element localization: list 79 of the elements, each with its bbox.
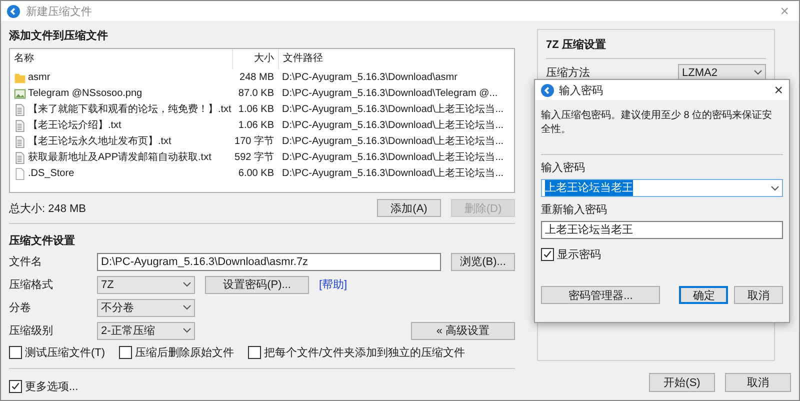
dialog-button[interactable]: 密码管理器... xyxy=(541,286,660,304)
app-icon xyxy=(7,4,20,18)
section-heading: 7Z 压缩设置 xyxy=(546,38,607,53)
help-link[interactable]: [帮助] xyxy=(319,277,348,292)
field-label: 压缩格式 xyxy=(9,278,54,292)
checkbox-label[interactable]: 测试压缩文件(T) xyxy=(25,344,106,360)
file-name[interactable]: Telegram @NSsosoo.png xyxy=(28,87,142,101)
field-label: 压缩方法 xyxy=(546,66,591,80)
file-path: D:\PC-Ayugram_5.16.3\Download\上老王论坛当... xyxy=(281,151,505,165)
file-size: 170 字节 xyxy=(234,135,275,149)
advanced-settings-button[interactable]: « 高级设置 xyxy=(411,322,515,340)
checkbox-label[interactable]: 压缩后删除原始文件 xyxy=(135,344,234,360)
field-label: 输入密码 xyxy=(541,161,586,176)
checkbox-label[interactable]: 把每个文件/文件夹添加到独立的压缩文件 xyxy=(264,344,466,360)
text-file-icon xyxy=(14,136,26,148)
format-dropdown[interactable]: 7Z xyxy=(97,276,195,294)
dialog-button[interactable]: 确定 xyxy=(679,286,728,304)
file-name[interactable]: asmr xyxy=(28,71,50,85)
file-path: D:\PC-Ayugram_5.16.3\Download\上老王论坛当... xyxy=(281,103,505,117)
checkbox[interactable] xyxy=(248,346,262,358)
action-button[interactable]: 取消 xyxy=(725,373,791,392)
file-path: D:\PC-Ayugram_5.16.3\Download\上老王论坛当... xyxy=(281,167,505,181)
set-password-button[interactable]: 设置密码(P)... xyxy=(205,276,309,294)
file-name[interactable]: 【来了就能下载和观看的论坛，纯免费！】.txt xyxy=(28,103,232,117)
chevron-icon xyxy=(183,305,191,310)
app-icon xyxy=(541,84,554,96)
field-label: 分卷 xyxy=(9,301,32,315)
file-name[interactable]: 获取最新地址及APP请发邮箱自动获取.txt xyxy=(28,151,212,165)
file-size: 1.06 KB xyxy=(237,119,275,133)
checkbox-label[interactable]: 显示密码 xyxy=(557,247,601,262)
checkbox[interactable] xyxy=(541,248,554,261)
text-file-icon xyxy=(14,104,26,116)
level-dropdown[interactable]: 2-正常压缩 xyxy=(97,322,195,340)
chevron-icon xyxy=(754,70,762,75)
checkbox[interactable] xyxy=(9,380,22,392)
dialog-title: 输入密码 xyxy=(559,84,604,98)
column-header[interactable]: 文件路径 xyxy=(278,49,514,69)
checkbox-label[interactable]: 更多选项... xyxy=(25,378,78,394)
checkbox[interactable] xyxy=(9,346,22,358)
password-field[interactable]: 上老王论坛当老王 xyxy=(541,179,783,197)
file-path: D:\PC-Ayugram_5.16.3\Download\Telegram @... xyxy=(281,87,499,101)
file-path: D:\PC-Ayugram_5.16.3\Download\asmr xyxy=(281,71,458,85)
field-label: 文件名 xyxy=(9,254,43,269)
text-file-icon xyxy=(14,152,26,164)
file-name[interactable]: 【老王论坛永久地址发布页】.txt xyxy=(28,135,172,149)
file-name[interactable]: .DS_Store xyxy=(28,167,74,181)
action-button[interactable]: 开始(S) xyxy=(649,373,715,392)
dialog-button[interactable]: 取消 xyxy=(734,286,783,304)
chevron-icon xyxy=(771,186,779,190)
file-size: 87.0 KB xyxy=(237,87,275,101)
file-size: 248 MB xyxy=(238,71,275,85)
filename-field[interactable]: D:\PC-Ayugram_5.16.3\Download\asmr.7z xyxy=(97,252,441,270)
file-name[interactable]: 【老王论坛介绍】.txt xyxy=(28,119,122,133)
confirm-password-field[interactable]: 上老王论坛当老王 xyxy=(541,221,783,239)
close-button[interactable]: × xyxy=(774,82,783,98)
file-size: 1.06 KB xyxy=(237,103,275,117)
checkbox[interactable] xyxy=(119,346,132,358)
total-size: 总大小: 248 MB xyxy=(9,202,88,216)
chevron-icon xyxy=(183,282,191,287)
section-heading: 压缩文件设置 xyxy=(9,234,76,249)
field-label: 压缩级别 xyxy=(9,324,54,338)
file-icon xyxy=(14,168,26,180)
browse-button[interactable]: 浏览(B)... xyxy=(451,252,515,270)
column-header[interactable]: 名称 xyxy=(14,49,232,69)
folder-icon xyxy=(14,72,26,84)
dialog-message: 输入压缩包密码。建议使用至少 8 位的密码来保证安全性。 xyxy=(541,108,774,137)
list-button[interactable]: 添加(A) xyxy=(377,199,441,217)
image-file-icon xyxy=(14,88,26,100)
section-heading: 添加文件到压缩文件 xyxy=(9,28,109,44)
split-dropdown[interactable]: 不分卷 xyxy=(97,298,195,316)
text-file-icon xyxy=(14,120,26,132)
field-label: 重新输入密码 xyxy=(541,203,608,218)
file-size: 592 字节 xyxy=(234,151,275,165)
file-path: D:\PC-Ayugram_5.16.3\Download\上老王论坛当... xyxy=(281,119,505,133)
window-title: 新建压缩文件 xyxy=(26,4,93,18)
chevron-icon xyxy=(183,328,191,333)
file-size: 6.00 KB xyxy=(237,167,275,181)
file-path: D:\PC-Ayugram_5.16.3\Download\上老王论坛当... xyxy=(281,135,505,149)
column-header[interactable]: 大小 xyxy=(232,49,278,69)
